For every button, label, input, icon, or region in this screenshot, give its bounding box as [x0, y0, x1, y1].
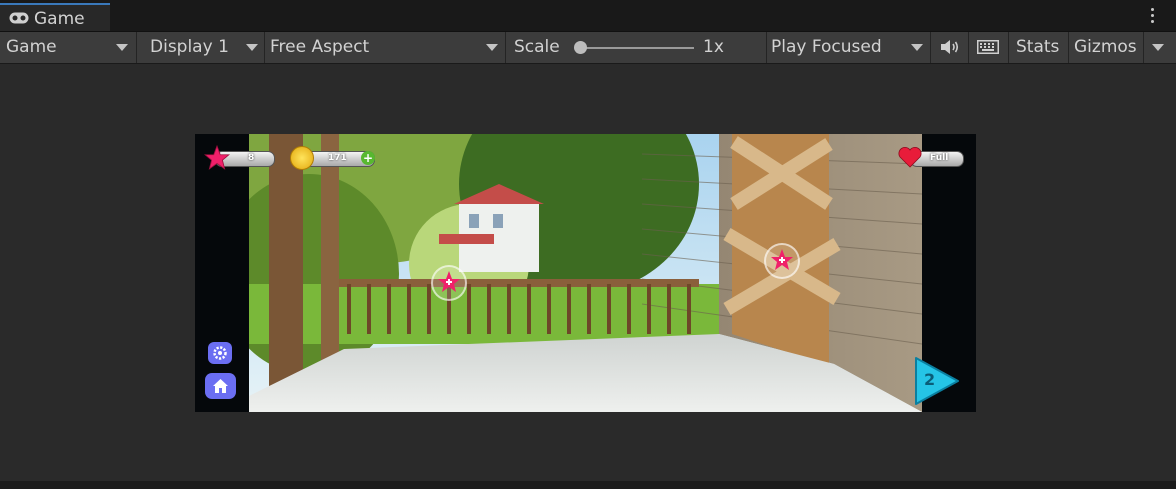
star-plus-icon: [771, 249, 793, 270]
next-level-button[interactable]: 2: [912, 356, 960, 406]
home-button[interactable]: [205, 373, 236, 399]
scale-value: 1x: [703, 37, 724, 57]
gizmos-dropdown-button[interactable]: [1144, 32, 1170, 63]
scale-slider-handle[interactable]: [574, 41, 587, 54]
porch-scene-image: [249, 134, 922, 412]
stars-count: 8: [248, 153, 255, 163]
star-plus-icon: [438, 271, 460, 292]
panel-bottom-edge: [0, 481, 1176, 489]
game-render[interactable]: 8 171 + Full 2: [195, 134, 976, 412]
scale-label: Scale: [514, 37, 560, 57]
toolbar-divider: [505, 32, 506, 63]
play-mode-dropdown[interactable]: Play Focused: [767, 32, 930, 63]
toolbar-divider: [1008, 32, 1009, 63]
lives-label: Full: [930, 153, 949, 163]
display-dropdown-label: Display 1: [150, 37, 229, 57]
scale-slider-track[interactable]: [577, 47, 694, 49]
home-icon: [213, 379, 228, 393]
gizmos-button[interactable]: Gizmos: [1074, 32, 1137, 63]
tab-game-label: Game: [34, 9, 85, 29]
keyboard-icon: [977, 40, 999, 54]
star-icon: [204, 145, 230, 170]
more-options-icon[interactable]: [1146, 5, 1158, 27]
display-dropdown[interactable]: Display 1: [137, 32, 264, 63]
mode-dropdown-label: Game: [6, 37, 57, 57]
aspect-dropdown-label: Free Aspect: [270, 37, 370, 57]
collectible-star-marker[interactable]: [431, 265, 467, 301]
settings-button[interactable]: [208, 342, 232, 364]
chevron-down-icon: [116, 44, 128, 51]
keyboard-shortcuts-button[interactable]: [969, 32, 1008, 63]
aspect-dropdown[interactable]: Free Aspect: [265, 32, 505, 63]
chevron-down-icon: [486, 44, 498, 51]
speaker-icon: [941, 40, 959, 54]
stats-button[interactable]: Stats: [1016, 32, 1059, 63]
mute-audio-button[interactable]: [931, 32, 968, 63]
heart-icon: [898, 147, 922, 168]
chevron-down-icon: [246, 44, 258, 51]
coins-count: 171: [328, 153, 347, 163]
mode-dropdown[interactable]: Game: [0, 32, 136, 63]
tab-game[interactable]: Game: [0, 3, 110, 31]
chevron-down-icon: [911, 44, 923, 51]
chevron-down-icon: [1152, 44, 1164, 51]
play-arrow-icon: [915, 357, 959, 405]
editor-tab-bar: Game: [0, 0, 1176, 32]
play-mode-dropdown-label: Play Focused: [771, 37, 882, 57]
porch-scene: [249, 134, 922, 412]
gamepad-icon: [9, 12, 29, 24]
add-coins-button[interactable]: +: [361, 151, 375, 165]
gear-icon: [213, 346, 227, 360]
toolbar-divider: [1068, 32, 1069, 63]
next-level-number: 2: [924, 370, 936, 389]
coin-icon: [290, 146, 314, 170]
collectible-star-marker[interactable]: [764, 243, 800, 279]
